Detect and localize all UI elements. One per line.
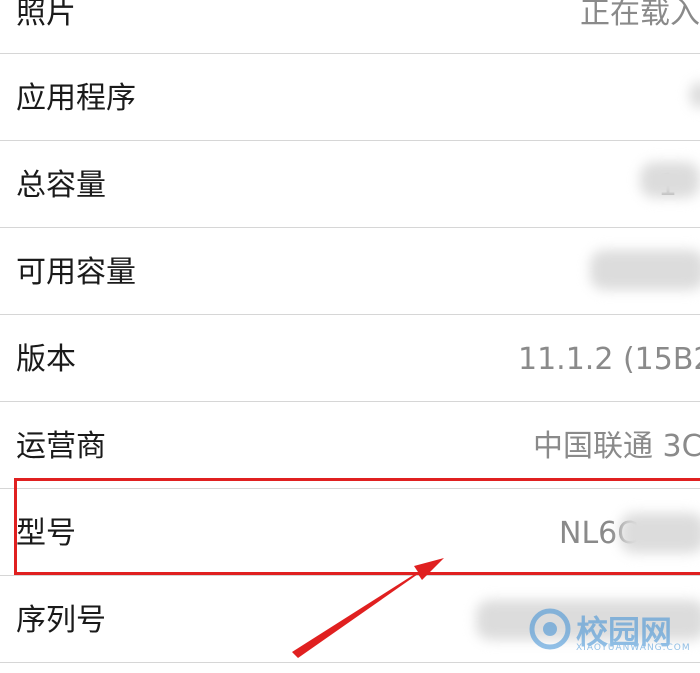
watermark-logo-icon (529, 608, 571, 650)
watermark-subtext: XIAOYUANWANG.COM (576, 643, 691, 653)
settings-about-screen: 照片 正在载入 应用程序 总容量 1 可用容量 版本 11.1.2 (15B20… (0, 0, 700, 673)
watermark: 校园网 XIAOYUANWANG.COM (526, 605, 690, 655)
annotation-arrow-icon (292, 558, 444, 658)
